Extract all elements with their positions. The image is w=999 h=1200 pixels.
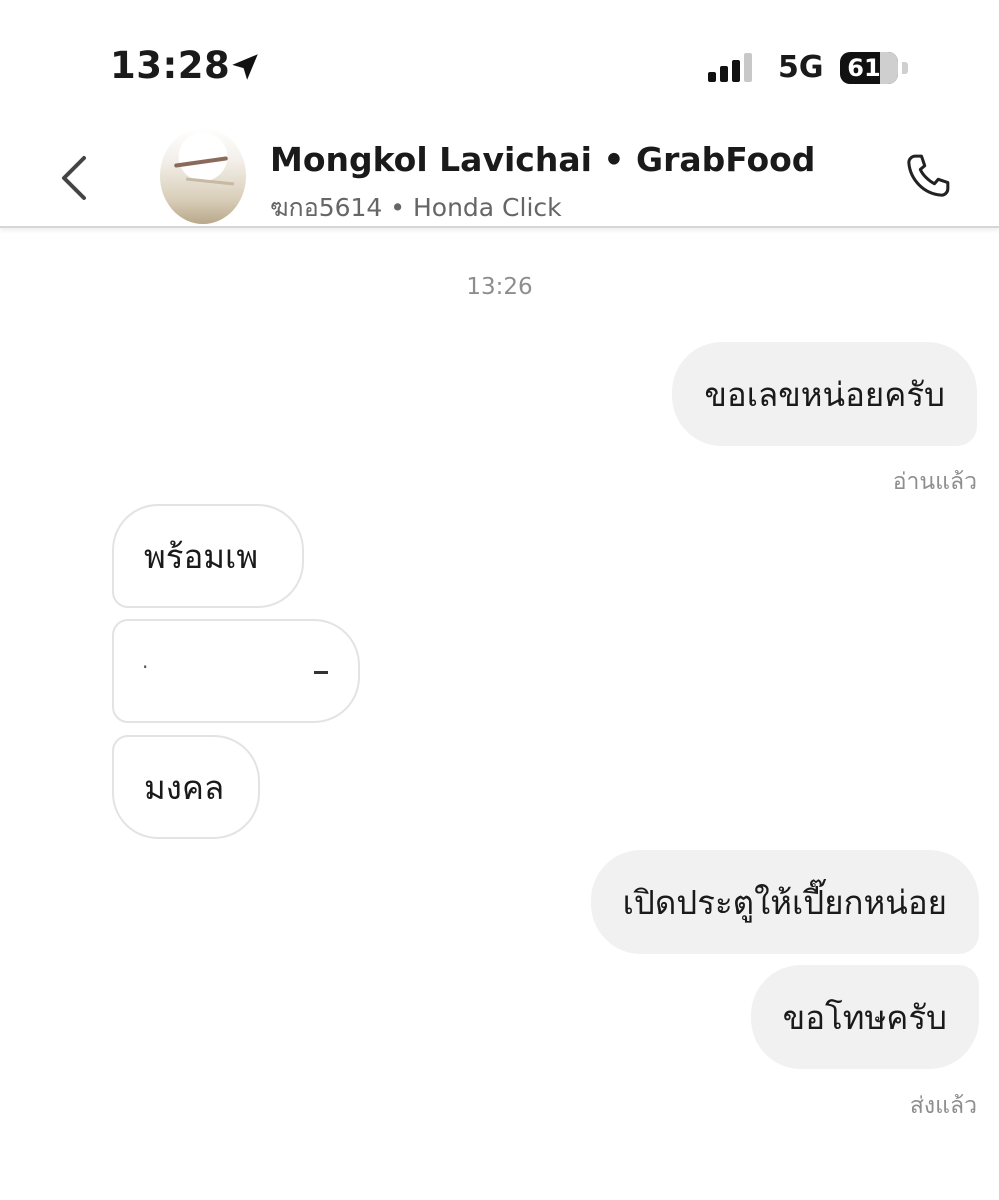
battery-icon: 61 <box>840 52 898 84</box>
battery-cap <box>902 62 908 74</box>
contact-name: Mongkol Lavichai • GrabFood <box>270 140 816 179</box>
redacted-mark: · <box>142 655 149 679</box>
phone-icon[interactable] <box>900 148 956 204</box>
message-bubble-incoming[interactable]: พร้อมเพ <box>112 504 304 608</box>
message-timestamp: 13:26 <box>466 274 533 300</box>
redacted-mark <box>314 671 328 674</box>
message-bubble-outgoing[interactable]: ขอโทษครับ <box>750 965 979 1069</box>
sent-status: ส่งแล้ว <box>909 1093 977 1119</box>
message-text: มงคล <box>144 767 225 807</box>
message-bubble-incoming-redacted[interactable]: · <box>112 619 360 723</box>
message-bubble-incoming[interactable]: มงคล <box>112 735 260 839</box>
chat-header: Mongkol Lavichai • GrabFood ฆกอ5614 • Ho… <box>0 120 999 228</box>
message-text: พร้อมเพ <box>144 536 259 576</box>
network-type: 5G <box>778 50 824 85</box>
location-arrow-icon <box>232 54 258 80</box>
chevron-left-icon[interactable] <box>52 150 96 206</box>
battery-percent: 61 <box>847 54 881 82</box>
status-time: 13:28 <box>110 44 231 87</box>
cellular-signal-icon <box>708 52 756 82</box>
status-bar: 13:28 5G 61 <box>0 0 999 120</box>
read-status: อ่านแล้ว <box>892 469 977 495</box>
message-bubble-outgoing[interactable]: เปิดประตูให้เปี๊ยกหน่อย <box>590 850 979 954</box>
message-text: เปิดประตูให้เปี๊ยกหน่อย <box>622 882 947 922</box>
contact-vehicle: ฆกอ5614 • Honda Click <box>270 193 562 222</box>
message-bubble-outgoing[interactable]: ขอเลขหน่อยครับ <box>672 342 977 446</box>
avatar[interactable] <box>160 128 246 224</box>
message-text: ขอเลขหน่อยครับ <box>704 374 945 414</box>
message-text: ขอโทษครับ <box>782 997 947 1037</box>
